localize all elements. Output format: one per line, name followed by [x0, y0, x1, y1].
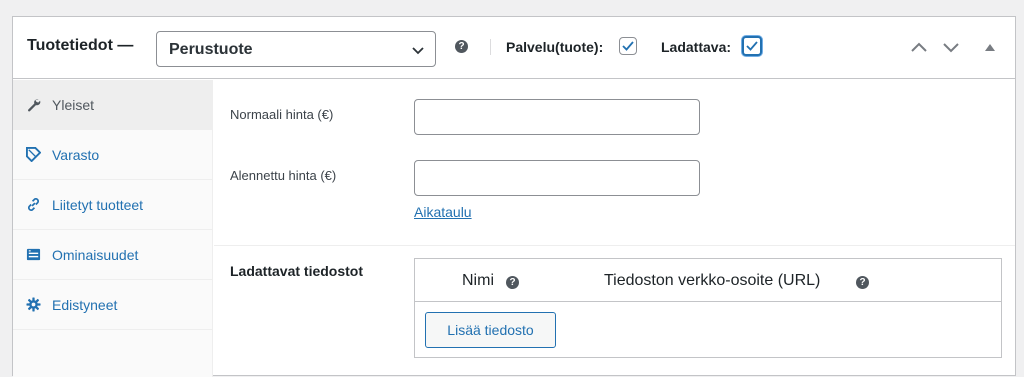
downloadable-files-label: Ladattavat tiedostot — [230, 263, 364, 279]
col-header-url: Tiedoston verkko-osoite (URL) — [604, 272, 821, 289]
tab-label: Edistyneet — [52, 297, 118, 313]
header-separator — [490, 39, 491, 55]
checkmark-icon — [622, 41, 634, 51]
product-data-panel: Tuotetiedot — Perustuote ? Palvelu(tuote… — [12, 16, 1016, 377]
downloadable-checkbox[interactable] — [742, 36, 762, 56]
product-data-tabs: Yleiset Varasto Liitetyt tuotteet Ominai… — [13, 80, 213, 377]
wrench-icon — [28, 99, 41, 112]
move-up-icon[interactable] — [910, 40, 928, 54]
tab-label: Liitetyt tuotteet — [52, 197, 144, 213]
virtual-label: Palvelu(tuote): — [506, 39, 604, 55]
url-help-icon[interactable]: ? — [856, 276, 869, 289]
product-type-select[interactable]: Perustuote — [156, 31, 436, 67]
sale-price-input[interactable] — [414, 160, 700, 196]
tab-inventory[interactable]: Varasto — [13, 130, 213, 180]
link-icon — [28, 198, 39, 211]
tab-linked-products[interactable]: Liitetyt tuotteet — [13, 180, 213, 230]
section-divider — [214, 245, 1015, 246]
col-header-name: Nimi — [462, 272, 494, 289]
tab-general[interactable]: Yleiset — [13, 80, 213, 130]
table-header: Nimi ? Tiedoston verkko-osoite (URL) ? — [415, 259, 1001, 302]
panel-title: Tuotetiedot — — [27, 37, 134, 54]
regular-price-label: Normaali hinta (€) — [230, 107, 334, 122]
tab-label: Ominaisuudet — [52, 247, 139, 263]
tab-advanced[interactable]: Edistyneet — [13, 280, 213, 330]
downloadable-label: Ladattava: — [661, 39, 732, 55]
virtual-checkbox[interactable] — [619, 37, 637, 55]
checkmark-icon — [746, 41, 758, 51]
table-icon — [26, 248, 41, 261]
name-help-icon[interactable]: ? — [506, 276, 519, 289]
downloadable-files-table: Nimi ? Tiedoston verkko-osoite (URL) ? L… — [414, 258, 1002, 358]
product-type-value: Perustuote — [169, 41, 253, 58]
gear-icon — [26, 297, 41, 312]
product-data-header: Tuotetiedot — Perustuote ? Palvelu(tuote… — [13, 17, 1015, 79]
sale-price-label: Alennettu hinta (€) — [230, 168, 337, 183]
regular-price-input[interactable] — [414, 99, 700, 135]
schedule-link[interactable]: Aikataulu — [414, 204, 472, 220]
move-down-icon[interactable] — [942, 40, 960, 54]
tag-icon — [26, 147, 41, 162]
chevron-down-icon — [412, 47, 424, 55]
collapse-toggle-icon[interactable] — [984, 42, 996, 52]
tab-label: Varasto — [52, 147, 100, 163]
add-file-button[interactable]: Lisää tiedosto — [425, 312, 556, 348]
tab-label: Yleiset — [52, 97, 95, 113]
product-type-help-icon[interactable]: ? — [455, 40, 468, 53]
tab-attributes[interactable]: Ominaisuudet — [13, 230, 213, 280]
